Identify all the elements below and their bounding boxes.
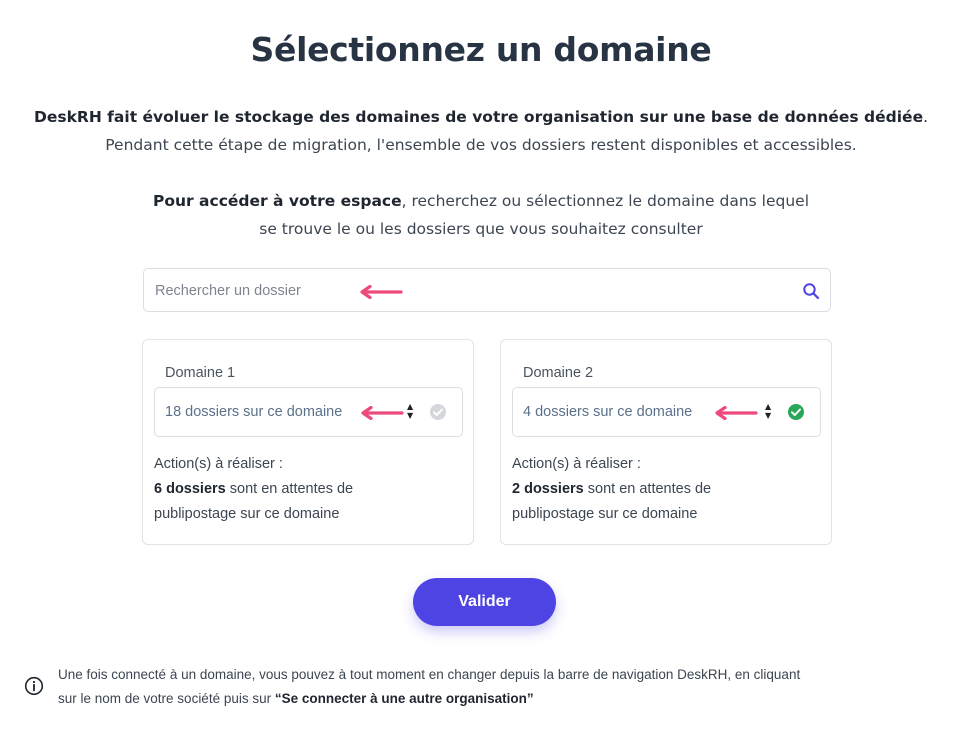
- actions-line-2: publipostage sur ce domaine: [154, 506, 340, 522]
- access-instruction-line-2: se trouve le ou les dossiers que vous so…: [259, 220, 703, 238]
- submit-button[interactable]: Valider: [413, 578, 556, 626]
- intro-bold-text: DeskRH fait évoluer le stockage des doma…: [33, 108, 924, 126]
- domain-actions: Action(s) à réaliser : 6 dossiers sont e…: [154, 452, 353, 527]
- domain-label: Domaine 2: [523, 365, 594, 381]
- info-note: Une fois connecté à un domaine, vous pou…: [58, 663, 948, 711]
- select-value: 4 dossiers sur ce domaine: [523, 404, 693, 420]
- domain-card-2: Domaine 2 4 dossiers sur ce domaine ▲ ▼ A…: [500, 339, 832, 545]
- annotation-arrow-domain-1: [361, 406, 404, 420]
- actions-line-1: 2 dossiers sont en attentes de: [512, 477, 711, 502]
- other-organisation-link: “Se connecter à une autre organisation”: [274, 691, 534, 706]
- domain-2-select[interactable]: 4 dossiers sur ce domaine ▲ ▼: [512, 387, 821, 437]
- actions-count: 2 dossiers: [512, 481, 584, 497]
- domain-card-1: Domaine 1 18 dossiers sur ce domaine ▲ ▼ …: [142, 339, 474, 545]
- actions-text: sont en attentes de: [583, 481, 712, 497]
- actions-line-1: 6 dossiers sont en attentes de: [154, 477, 353, 502]
- select-value: 18 dossiers sur ce domaine: [165, 404, 343, 420]
- annotation-arrow-search: [360, 285, 403, 299]
- page-title: Sélectionnez un domaine: [250, 30, 712, 69]
- annotation-arrow-domain-2: [715, 406, 758, 420]
- actions-text: sont en attentes de: [225, 481, 354, 497]
- domain-actions: Action(s) à réaliser : 2 dossiers sont e…: [512, 452, 711, 527]
- intro-period: .: [923, 108, 929, 126]
- actions-count: 6 dossiers: [154, 481, 226, 497]
- search-box[interactable]: [143, 268, 831, 312]
- check-circle-icon: [430, 404, 446, 420]
- search-input[interactable]: [153, 279, 717, 303]
- actions-line-2: publipostage sur ce domaine: [512, 506, 698, 522]
- note-text: sur le nom de votre société puis sur: [58, 691, 275, 706]
- domain-label: Domaine 1: [165, 365, 236, 381]
- search-icon[interactable]: [802, 282, 820, 300]
- access-bold-text: Pour accéder à votre espace: [152, 192, 402, 210]
- intro-line-1: DeskRH fait évoluer le stockage des doma…: [0, 108, 962, 126]
- actions-title: Action(s) à réaliser :: [512, 456, 641, 472]
- access-instruction-line-1: Pour accéder à votre espace, recherchez …: [0, 187, 962, 215]
- select-updown-icon[interactable]: ▲ ▼: [407, 402, 413, 420]
- domain-1-select[interactable]: 18 dossiers sur ce domaine ▲ ▼: [154, 387, 463, 437]
- info-icon: [24, 676, 44, 696]
- note-line-2: sur le nom de votre société puis sur “Se…: [58, 687, 948, 711]
- check-circle-icon: [788, 404, 804, 420]
- intro-line-2: Pendant cette étape de migration, l'ense…: [105, 136, 857, 154]
- actions-title: Action(s) à réaliser :: [154, 456, 283, 472]
- select-updown-icon[interactable]: ▲ ▼: [765, 402, 771, 420]
- note-line-1: Une fois connecté à un domaine, vous pou…: [58, 667, 801, 682]
- access-rest-text: , recherchez ou sélectionnez le domaine …: [401, 192, 810, 210]
